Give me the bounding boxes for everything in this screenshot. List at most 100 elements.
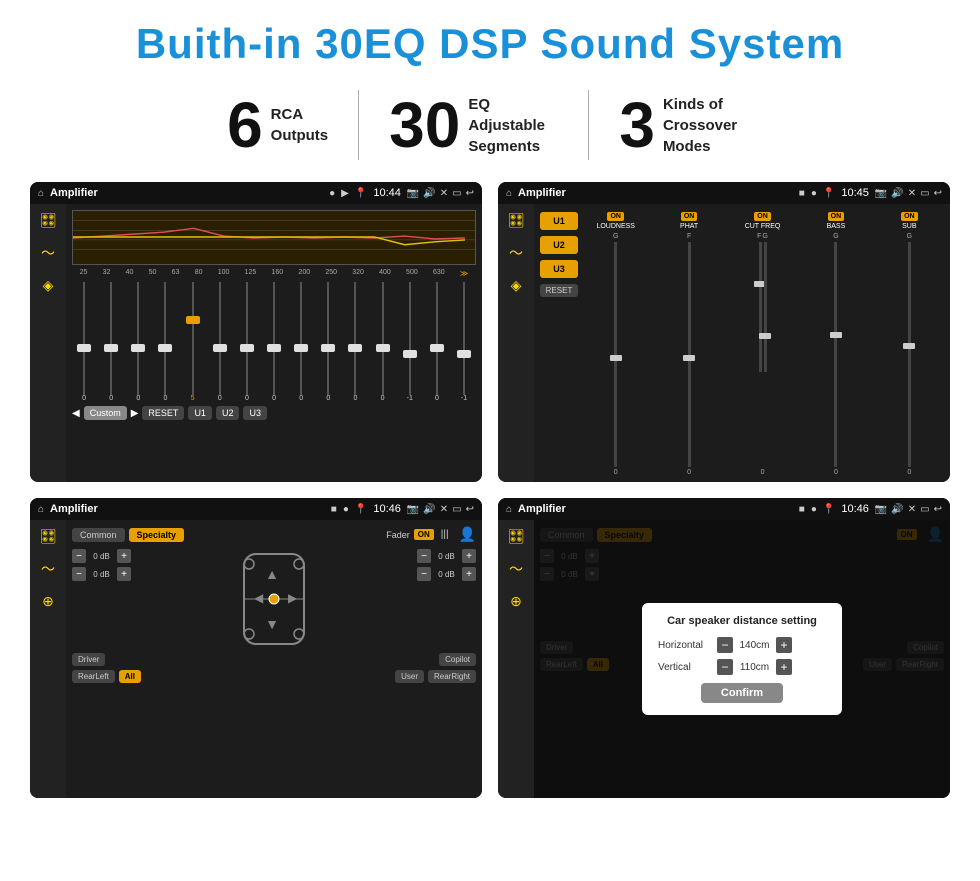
feature-crossover: 3 Kinds of Crossover Modes: [589, 93, 783, 157]
amp-ch-bass: ON BASS G 0: [801, 210, 870, 476]
cam-icon-2: 📷: [875, 188, 887, 199]
rearright-btn[interactable]: RearRight: [428, 670, 476, 683]
db-plus-fr[interactable]: +: [462, 549, 476, 563]
all-btn[interactable]: All: [119, 670, 141, 683]
amp2-u1-btn[interactable]: U1: [540, 212, 578, 230]
eq-prev-btn[interactable]: ◀: [72, 408, 80, 419]
cam-icon-3: 📷: [407, 504, 419, 515]
home-icon-3[interactable]: ⌂: [38, 504, 44, 515]
db-plus-rr[interactable]: +: [462, 567, 476, 581]
rearleft-btn[interactable]: RearLeft: [72, 670, 115, 683]
svg-text:▼: ▼: [265, 616, 279, 632]
statusbar-4: ⌂ Amplifier ■ ● 📍 10:46 📷 🔊 ✕ ▭ ↩: [498, 498, 950, 520]
vol-icon-3: 🔊: [423, 504, 435, 515]
loc-icon-1: 📍: [355, 188, 367, 199]
loc-icon-3: 📍: [355, 504, 367, 515]
back-icon-4[interactable]: ↩: [934, 504, 942, 515]
home-icon[interactable]: ⌂: [38, 188, 44, 199]
floor-buttons: Driver Copilot: [72, 653, 476, 666]
nav-eq-btn-2[interactable]: 🎛: [507, 212, 525, 229]
dialog-vertical-minus[interactable]: −: [717, 659, 733, 675]
db-minus-rr[interactable]: −: [417, 567, 431, 581]
rect-icon-3: ▭: [452, 504, 461, 515]
db-plus-rl[interactable]: +: [117, 567, 131, 581]
eq-next-btn[interactable]: ▶: [131, 408, 139, 419]
dialog-confirm-btn[interactable]: Confirm: [701, 683, 783, 703]
x-icon-3: ✕: [440, 504, 448, 515]
dialog-horizontal-minus[interactable]: −: [717, 637, 733, 653]
eq-slider-6: 0: [235, 282, 259, 402]
back-icon-2[interactable]: ↩: [934, 188, 942, 199]
feature-crossover-number: 3: [619, 93, 655, 157]
user-btn[interactable]: User: [395, 670, 424, 683]
eq-custom-btn[interactable]: Custom: [84, 406, 127, 420]
person-icon[interactable]: 👤: [459, 526, 476, 543]
screen-common: ⌂ Amplifier ■ ● 📍 10:46 📷 🔊 ✕ ▭ ↩ 🎛 〜: [30, 498, 482, 798]
eq-reset-btn[interactable]: RESET: [142, 406, 184, 420]
cs-specialty-tab[interactable]: Specialty: [129, 528, 185, 542]
eq-u2-btn[interactable]: U2: [216, 406, 240, 420]
feature-eq: 30 EQ Adjustable Segments: [359, 93, 588, 157]
eq-graph: [72, 210, 476, 265]
db-minus-fl[interactable]: −: [72, 549, 86, 563]
db-control-fl: − 0 dB +: [72, 549, 131, 563]
db-minus-fr[interactable]: −: [417, 549, 431, 563]
status-time-2: 10:45: [841, 187, 869, 199]
screen-content-4: 🎛 〜 ⊕ Common Specialty ON 👤: [498, 520, 950, 798]
nav-wave-btn-2[interactable]: 〜: [509, 243, 523, 263]
cs-common-tab[interactable]: Common: [72, 528, 125, 542]
eq-slider-0: 0: [72, 282, 96, 402]
fader-on-badge: ON: [414, 529, 434, 540]
dialog-box: Car speaker distance setting Horizontal …: [642, 603, 842, 715]
nav-eq-btn-3[interactable]: 🎛: [39, 528, 57, 545]
amp2-reset-btn[interactable]: RESET: [540, 284, 578, 297]
back-icon-1[interactable]: ↩: [466, 188, 474, 199]
nav-expand-btn-4[interactable]: ⊕: [510, 593, 522, 610]
home-icon-4[interactable]: ⌂: [506, 504, 512, 515]
dialog-horizontal-row: Horizontal − 140cm +: [658, 637, 826, 653]
dialog-overlay: Car speaker distance setting Horizontal …: [534, 520, 950, 798]
amp2-u2-btn[interactable]: U2: [540, 236, 578, 254]
nav-vol-btn-2[interactable]: ◈: [511, 277, 522, 294]
amp2-grid: U1 U2 U3 RESET ON LOUDNESS G: [540, 210, 944, 476]
nav-wave-btn-3[interactable]: 〜: [41, 559, 55, 579]
nav-expand-btn-3[interactable]: ⊕: [42, 593, 54, 610]
eq-slider-7: 0: [262, 282, 286, 402]
nav-vol-btn[interactable]: ◈: [43, 277, 54, 294]
nav-wave-btn-4[interactable]: 〜: [509, 559, 523, 579]
eq-slider-4: 5: [181, 282, 205, 402]
eq-slider-12: -1: [398, 282, 422, 402]
eq-slider-8: 0: [289, 282, 313, 402]
amp-ch-cutfreq: ON CUT FREQ F G 0: [728, 210, 797, 476]
nav-eq-btn-4[interactable]: 🎛: [507, 528, 525, 545]
dialog-horizontal-label: Horizontal: [658, 640, 713, 651]
back-icon-3[interactable]: ↩: [466, 504, 474, 515]
status-title-4: Amplifier: [518, 503, 793, 515]
amp2-u3-btn[interactable]: U3: [540, 260, 578, 278]
home-icon-2[interactable]: ⌂: [506, 188, 512, 199]
side-nav-3: 🎛 〜 ⊕: [30, 520, 66, 798]
db-control-rr: − 0 dB +: [417, 567, 476, 581]
nav-eq-btn[interactable]: 🎛: [39, 212, 57, 229]
features-row: 6 RCA Outputs 30 EQ Adjustable Segments …: [30, 90, 950, 160]
nav-wave-btn[interactable]: 〜: [41, 243, 55, 263]
db-minus-rl[interactable]: −: [72, 567, 86, 581]
eq-slider-1: 0: [99, 282, 123, 402]
dot-icon-1: ●: [329, 188, 335, 199]
cs-tabs-row: Common Specialty Fader ON ||| 👤: [72, 526, 476, 543]
copilot-btn[interactable]: Copilot: [439, 653, 476, 666]
rect-icon-2: ▭: [920, 188, 929, 199]
eq-u3-btn[interactable]: U3: [243, 406, 267, 420]
driver-btn[interactable]: Driver: [72, 653, 105, 666]
fader-bars: |||: [441, 529, 449, 540]
db-plus-fl[interactable]: +: [117, 549, 131, 563]
eq-slider-13: 0: [425, 282, 449, 402]
dialog-horizontal-plus[interactable]: +: [776, 637, 792, 653]
dialog-vertical-plus[interactable]: +: [776, 659, 792, 675]
db-value-rl: 0 dB: [89, 570, 114, 579]
play-icon-1[interactable]: ▶: [341, 188, 349, 199]
eq-u1-btn[interactable]: U1: [188, 406, 212, 420]
statusbar-3: ⌂ Amplifier ■ ● 📍 10:46 📷 🔊 ✕ ▭ ↩: [30, 498, 482, 520]
svg-text:▶: ▶: [288, 591, 298, 605]
vol-icon-2: 🔊: [891, 188, 903, 199]
